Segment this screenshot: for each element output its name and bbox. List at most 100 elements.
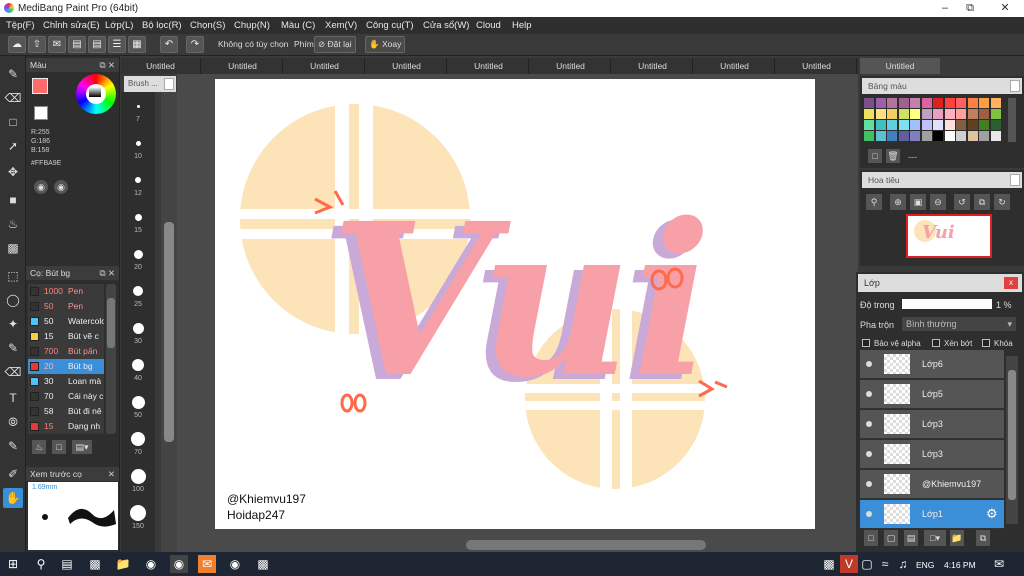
eraser-tool-icon[interactable]: ⌫ (3, 88, 23, 108)
brush-size-dot[interactable] (135, 140, 141, 146)
gear-icon[interactable]: ⚙ (986, 506, 998, 522)
palette-swatch[interactable] (933, 109, 943, 119)
menu-edit[interactable]: Chỉnh sửa(E) (43, 20, 100, 31)
drawing-canvas[interactable]: Vui Vui @Khiemvu197 Hoidap247 (215, 79, 815, 529)
gradient-tool-icon[interactable]: ▩ (3, 238, 23, 258)
fit-icon[interactable]: ▣ (910, 194, 926, 210)
message-icon[interactable]: ▤ (68, 36, 86, 53)
brush-size-dot[interactable] (130, 468, 146, 484)
palette-swatch[interactable] (898, 120, 909, 130)
palette-swatch[interactable] (990, 98, 1001, 108)
palette-swatch[interactable] (910, 120, 920, 130)
menu-color[interactable]: Màu (C) (281, 20, 315, 31)
menu-tools[interactable]: Công cụ(T) (366, 20, 414, 31)
redo-icon[interactable]: ↷ (186, 36, 204, 53)
layer-row[interactable]: Lớp5 (860, 380, 1004, 409)
add-layer-menu-icon[interactable]: □▾ (924, 530, 946, 546)
windows-start-icon[interactable]: ⊞ (4, 555, 22, 573)
brush-size-dot[interactable] (132, 359, 144, 371)
brush-size-dot[interactable] (133, 249, 143, 259)
palette-swatch[interactable] (875, 131, 886, 141)
palette-swatch[interactable] (864, 98, 874, 108)
palette-swatch[interactable] (944, 98, 955, 108)
fill-rect-tool-icon[interactable]: ■ (3, 190, 23, 210)
menu-window[interactable]: Cửa sổ(W) (423, 20, 469, 31)
brush-size-scrollbar[interactable] (161, 92, 177, 552)
palette-swatch[interactable] (944, 131, 955, 141)
tray-icon[interactable]: ▢ (858, 555, 876, 573)
palette-swatch[interactable] (944, 109, 955, 119)
eye-icon[interactable] (866, 451, 872, 457)
menu-view[interactable]: Xem(V) (325, 20, 357, 31)
palette-swatch[interactable] (875, 109, 886, 119)
palette-swatch[interactable] (898, 131, 909, 141)
select-pen-tool-icon[interactable]: ✎ (3, 338, 23, 358)
chrome-icon[interactable]: ◉ (142, 555, 160, 573)
menu-cloud[interactable]: Cloud (476, 20, 501, 31)
clock[interactable]: 4:16 PM (944, 560, 976, 570)
app-icon-blue[interactable]: ▩ (254, 555, 272, 573)
volume-icon[interactable]: ♫ (894, 555, 912, 573)
document-tab[interactable]: Untitled (449, 58, 529, 74)
document-icon[interactable]: ▤ (88, 36, 106, 53)
brush-size-dot[interactable] (134, 213, 142, 221)
palette-swatch[interactable] (921, 109, 932, 119)
dot-tool-icon[interactable]: □ (3, 112, 23, 132)
app-icon-green[interactable]: ◉ (226, 555, 244, 573)
select-rect-tool-icon[interactable]: ⬚ (3, 266, 23, 286)
document-tab[interactable]: Untitled (531, 58, 611, 74)
brush-size-dot[interactable] (136, 104, 140, 108)
new-color-layer-icon[interactable]: ▢ (884, 530, 898, 546)
tray-app-icon[interactable]: ▩ (820, 555, 838, 573)
file-explorer-icon[interactable]: 📁 (114, 555, 132, 573)
eye-icon[interactable] (866, 511, 872, 517)
close-icon[interactable]: ⧉ ✕ (99, 58, 115, 72)
palette-swatch[interactable] (990, 109, 1001, 119)
palette-swatch[interactable] (990, 120, 1001, 130)
brush-item[interactable]: 15 Bút vẽ c (28, 329, 104, 344)
close-icon[interactable]: ✕ (108, 467, 115, 481)
eye-icon[interactable] (866, 361, 872, 367)
rotate-button[interactable]: ✋ Xoay (365, 36, 406, 53)
add-brush-icon[interactable]: ♨ (32, 440, 46, 454)
brush-size-dot[interactable] (135, 177, 141, 183)
menu-select[interactable]: Chọn(S) (190, 20, 225, 31)
cloud-icon[interactable]: ☁ (8, 36, 26, 53)
palette-swatch[interactable] (910, 131, 920, 141)
brush-size-dot[interactable] (131, 395, 145, 409)
language-indicator[interactable]: ENG (916, 560, 934, 570)
palette-swatch[interactable] (875, 98, 886, 108)
store-icon[interactable]: ▩ (86, 555, 104, 573)
palette-swatch[interactable] (887, 131, 897, 141)
canvas-horizontal-scrollbar[interactable] (466, 540, 706, 550)
search-icon[interactable]: ⚲ (32, 555, 50, 573)
brush-size-dot[interactable] (131, 432, 145, 446)
tab-active[interactable]: Untitled (860, 58, 940, 74)
menu-capture[interactable]: Chụp(N) (234, 20, 270, 31)
rotate-right-icon[interactable]: ↻ (994, 194, 1010, 210)
menu-filter[interactable]: Bộ lọc(R) (142, 20, 182, 31)
hand-tool-icon[interactable]: ✋ (3, 488, 23, 508)
palette-swatch[interactable] (933, 98, 943, 108)
eye-icon[interactable] (866, 421, 872, 427)
brush-item[interactable]: 50 Watercolor (28, 314, 104, 329)
document-tab[interactable]: Untitled (285, 58, 365, 74)
navigator-thumbnail[interactable]: Vui (906, 214, 992, 258)
text-tool-icon[interactable]: T (3, 388, 23, 408)
opacity-slider[interactable] (902, 299, 992, 309)
palette-swatch[interactable] (887, 109, 897, 119)
brush-item[interactable]: 20 Bút bg (28, 359, 104, 374)
palette-swatch[interactable] (979, 131, 989, 141)
medibang-icon[interactable]: ◉ (170, 555, 188, 573)
protect-alpha-checkbox[interactable] (862, 339, 870, 347)
undo-icon[interactable]: ↶ (160, 36, 178, 53)
palette-swatch[interactable] (921, 98, 932, 108)
blend-select[interactable]: Bình thường ▾ (902, 317, 1016, 331)
palette-swatch[interactable] (910, 109, 920, 119)
palette-swatch[interactable] (956, 109, 966, 119)
document-tab[interactable]: Untitled (203, 58, 283, 74)
new-brush-icon[interactable]: □ (52, 440, 66, 454)
menu-file[interactable]: Tệp(F) (6, 20, 35, 31)
line-tool-icon[interactable]: ➚ (3, 136, 23, 156)
brush-item[interactable]: 58 Bút đi nê (28, 404, 104, 419)
